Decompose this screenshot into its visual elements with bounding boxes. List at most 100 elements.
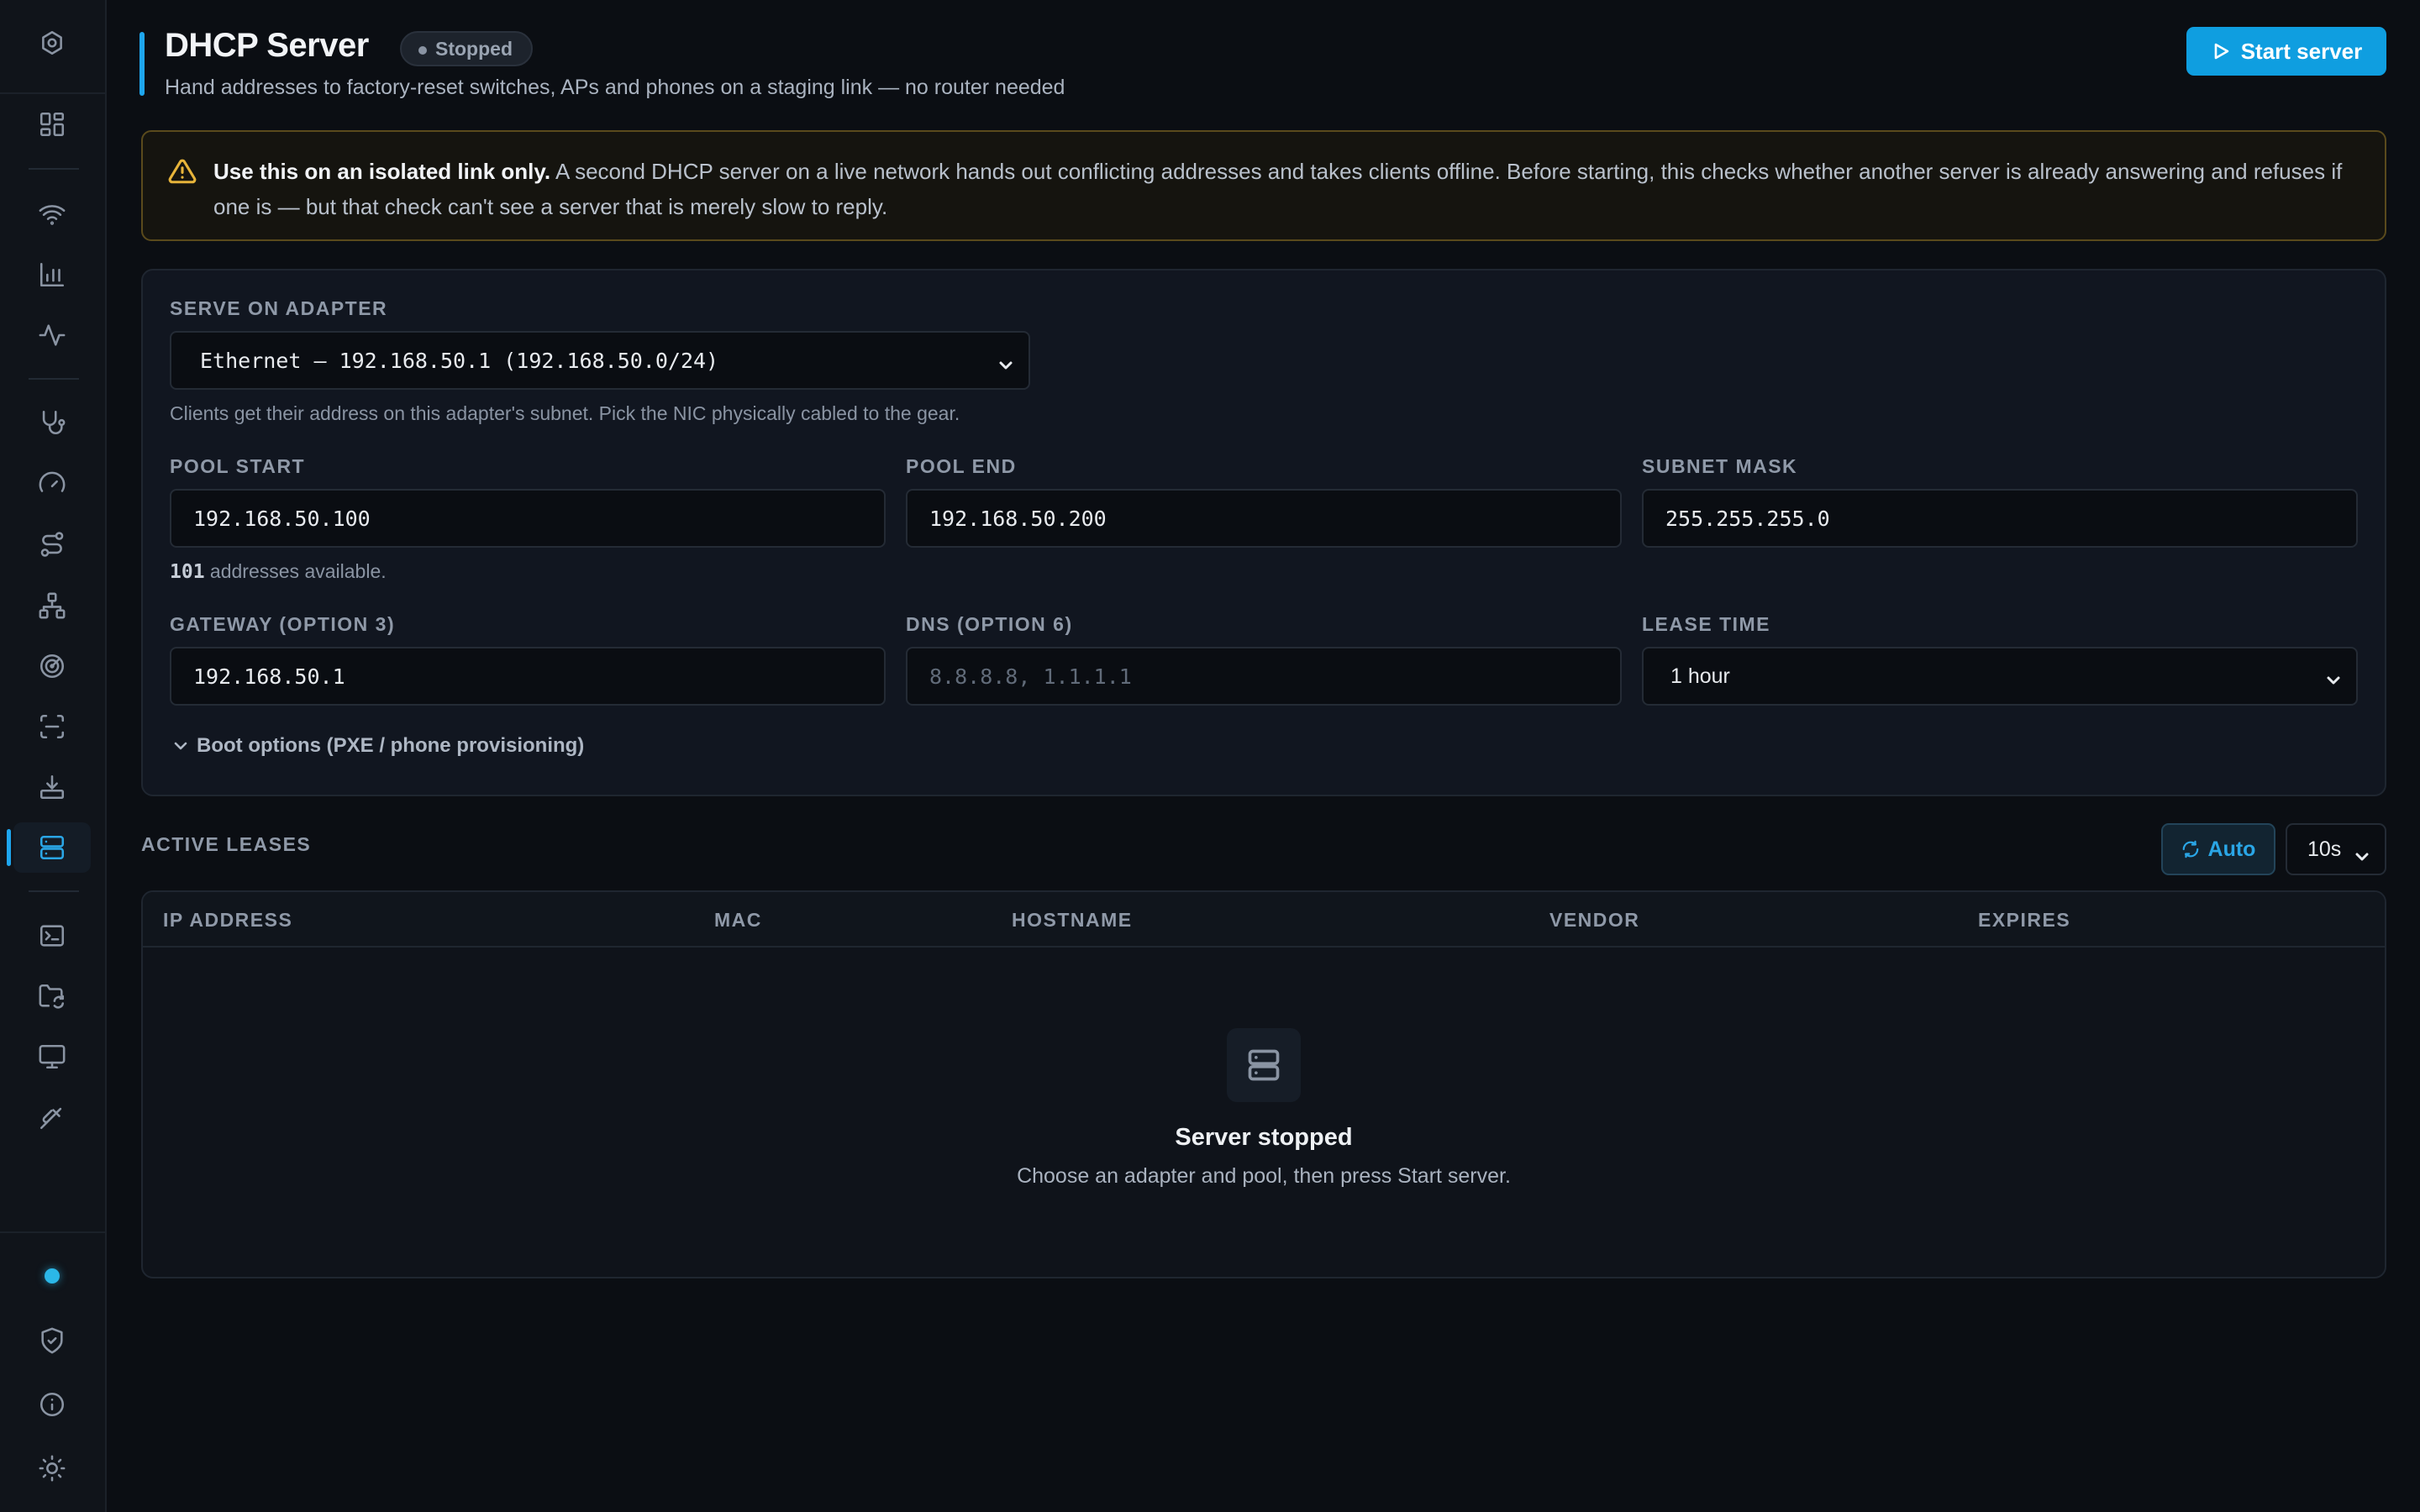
- column-hostname[interactable]: HOSTNAME: [1012, 909, 1133, 932]
- gateway-input[interactable]: 192.168.50.1: [170, 647, 886, 706]
- sidebar-item-terminal[interactable]: [13, 911, 91, 961]
- bar-chart-icon: [39, 262, 65, 287]
- wifi-icon: [39, 205, 66, 225]
- warning-emphasis: Use this on an isolated link only.: [213, 159, 551, 184]
- dns-label: DNS (OPTION 6): [906, 613, 1073, 635]
- boot-options-label: Boot options (PXE / phone provisioning): [197, 734, 585, 757]
- terminal-icon: [39, 925, 65, 947]
- pool-end-input[interactable]: 192.168.50.200: [906, 489, 1622, 548]
- page-title: DHCP Server: [165, 27, 369, 64]
- sidebar-item-security[interactable]: [13, 1315, 91, 1366]
- theme-sun-icon: [39, 1455, 66, 1482]
- adapter-hint: Clients get their address on this adapte…: [170, 402, 960, 424]
- leases-table: IP ADDRESS MAC HOSTNAME VENDOR EXPIRES S…: [141, 890, 2386, 1278]
- route-icon: [40, 532, 64, 557]
- radar-icon: [39, 654, 65, 679]
- auto-refresh-label: Auto: [2207, 837, 2256, 861]
- sidebar-divider: [29, 378, 79, 380]
- sidebar-divider: [0, 92, 107, 94]
- sidebar-item-topology[interactable]: [13, 580, 91, 631]
- column-expires[interactable]: EXPIRES: [1978, 909, 2070, 932]
- dns-input[interactable]: 8.8.8.8, 1.1.1.1: [906, 647, 1622, 706]
- stethoscope-icon: [42, 410, 66, 434]
- column-vendor[interactable]: VENDOR: [1549, 909, 1639, 932]
- sidebar-item-speed[interactable]: [13, 459, 91, 509]
- shield-check-icon: [41, 1327, 63, 1354]
- app-logo-icon[interactable]: [13, 18, 91, 68]
- sidebar-item-scan[interactable]: [13, 641, 91, 691]
- plug-icon: [39, 1107, 62, 1130]
- server-config-card: SERVE ON ADAPTER Ethernet — 192.168.50.1…: [141, 269, 2386, 796]
- warning-text: Use this on an isolated link only. A sec…: [213, 154, 2365, 224]
- available-text: addresses available.: [204, 560, 387, 582]
- monitor-icon: [39, 1044, 66, 1069]
- sidebar-item-route[interactable]: [13, 519, 91, 570]
- sidebar-divider: [0, 1231, 107, 1233]
- sidebar-item-file-transfer[interactable]: [13, 971, 91, 1021]
- status-dot: [45, 1268, 60, 1284]
- lease-time-label: LEASE TIME: [1642, 613, 1771, 635]
- chevron-down-icon: [174, 742, 187, 750]
- active-leases-title: ACTIVE LEASES: [141, 833, 312, 855]
- boot-options-toggle[interactable]: Boot options (PXE / phone provisioning): [173, 734, 584, 758]
- subnet-mask-label: SUBNET MASK: [1642, 455, 1798, 477]
- sidebar-divider: [29, 890, 79, 892]
- sidebar-item-wifi[interactable]: [13, 189, 91, 239]
- empty-state-server-icon: [1227, 1028, 1301, 1102]
- start-server-button[interactable]: Start server: [2186, 27, 2386, 76]
- subnet-mask-input[interactable]: 255.255.255.0: [1642, 489, 2358, 548]
- sidebar-item-activity[interactable]: [13, 310, 91, 360]
- play-icon: [2214, 43, 2229, 60]
- refresh-icon: [2182, 840, 2198, 858]
- sidebar-item-dhcp-server[interactable]: [7, 822, 91, 873]
- warning-triangle-icon: [168, 159, 197, 184]
- pool-end-label: POOL END: [906, 455, 1017, 477]
- sidebar-item-charts[interactable]: [13, 249, 91, 300]
- connection-status: [13, 1251, 91, 1301]
- auto-refresh-toggle[interactable]: Auto: [2161, 823, 2275, 875]
- info-icon: [39, 1392, 65, 1417]
- server-icon: [39, 835, 65, 860]
- pool-start-input[interactable]: 192.168.50.100: [170, 489, 886, 548]
- chevron-down-icon: [2326, 669, 2341, 685]
- scan-icon: [39, 714, 65, 739]
- gauge-icon: [39, 471, 66, 492]
- addresses-available: 101 addresses available.: [170, 560, 387, 583]
- refresh-interval-value: 10s: [2307, 837, 2342, 861]
- sidebar-item-theme[interactable]: [13, 1443, 91, 1494]
- empty-state-text: Choose an adapter and pool, then press S…: [1017, 1164, 1511, 1188]
- chevron-down-icon: [2354, 846, 2370, 861]
- isolation-warning: Use this on an isolated link only. A sec…: [141, 130, 2386, 241]
- refresh-interval-select[interactable]: 10s: [2286, 823, 2386, 875]
- folder-sync-icon: [39, 984, 65, 1009]
- activity-icon: [39, 324, 66, 346]
- sidebar-divider: [29, 168, 79, 170]
- network-topology-icon: [39, 592, 66, 619]
- sidebar-item-capture[interactable]: [13, 701, 91, 752]
- sidebar-item-diagnostics[interactable]: [13, 397, 91, 448]
- adapter-select[interactable]: Ethernet — 192.168.50.1 (192.168.50.0/24…: [170, 331, 1030, 390]
- adapter-select-value: Ethernet — 192.168.50.1 (192.168.50.0/24…: [200, 348, 719, 373]
- column-mac[interactable]: MAC: [714, 909, 762, 932]
- table-header: IP ADDRESS MAC HOSTNAME VENDOR EXPIRES: [143, 892, 2385, 948]
- adapter-label: SERVE ON ADAPTER: [170, 297, 388, 319]
- column-ip-address[interactable]: IP ADDRESS: [163, 909, 292, 932]
- sidebar-item-about[interactable]: [13, 1379, 91, 1430]
- lease-time-value: 1 hour: [1670, 664, 1730, 688]
- sidebar: [0, 0, 107, 1512]
- download-icon: [39, 774, 65, 800]
- gateway-label: GATEWAY (OPTION 3): [170, 613, 396, 635]
- sidebar-item-tftp[interactable]: [13, 762, 91, 812]
- chevron-down-icon: [998, 354, 1013, 370]
- title-accent-bar: [139, 32, 145, 96]
- sidebar-item-dashboard[interactable]: [13, 99, 91, 150]
- empty-state-title: Server stopped: [1175, 1124, 1353, 1151]
- start-server-label: Start server: [2240, 38, 2363, 64]
- sidebar-item-cable[interactable]: [13, 1092, 91, 1142]
- page-subtitle: Hand addresses to factory-reset switches…: [165, 76, 1065, 99]
- dashboard-icon: [39, 112, 65, 137]
- sidebar-item-remote[interactable]: [13, 1032, 91, 1082]
- status-badge: Stopped: [400, 31, 533, 66]
- lease-time-select[interactable]: 1 hour: [1642, 647, 2358, 706]
- pool-start-label: POOL START: [170, 455, 306, 477]
